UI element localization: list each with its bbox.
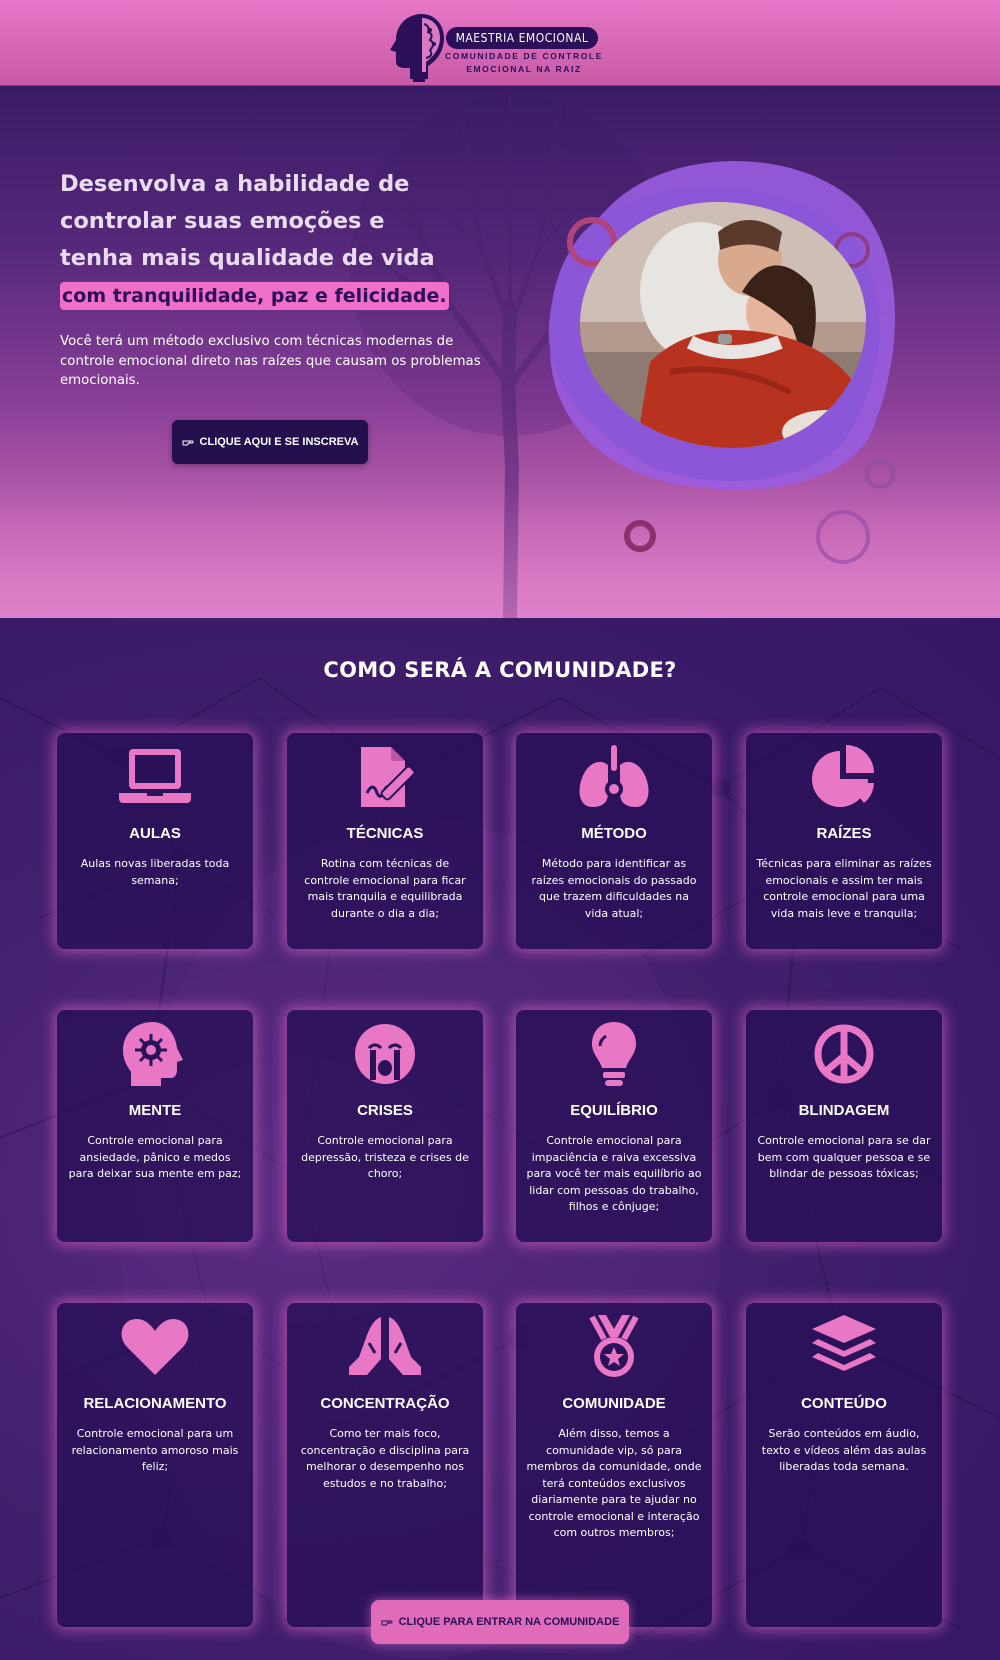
- card-title: EQUILÍBRIO: [570, 1102, 658, 1119]
- signature-icon: [345, 743, 425, 811]
- card-title: MÉTODO: [581, 825, 647, 842]
- brand-logo[interactable]: MAESTRIA EMOCIONAL COMUNIDADE DE CONTROL…: [388, 10, 613, 82]
- hero-section: Desenvolva a habilidade de controlar sua…: [0, 86, 1000, 618]
- card-title: COMUNIDADE: [562, 1395, 666, 1412]
- hero-highlight: com tranquilidade, paz e felicidade.: [60, 282, 449, 310]
- card-text: Método para identificar as raízes emocio…: [531, 857, 697, 920]
- feature-card-blindagem: BLINDAGEM Controle emocional para se dar…: [746, 1010, 942, 1242]
- laptop-icon: [115, 743, 195, 811]
- head-virus-icon: [115, 1020, 195, 1088]
- card-text: Serão conteúdos em áudio, texto e vídeos…: [761, 1427, 927, 1473]
- card-text: Além disso, temos a comunidade vip, só p…: [526, 1427, 702, 1539]
- feature-card-concentracao: CONCENTRAÇÃO Como ter mais foco, concent…: [287, 1303, 483, 1627]
- praying-hands-icon: [345, 1313, 425, 1381]
- card-title: CONCENTRAÇÃO: [320, 1395, 450, 1412]
- logo-subtitle-line1: COMUNIDADE DE CONTROLE: [445, 51, 603, 61]
- lungs-virus-icon: [574, 743, 654, 811]
- feature-card-aulas: AULAS Aulas novas liberadas toda semana;: [57, 733, 253, 949]
- logo-subtitle: COMUNIDADE DE CONTROLE EMOCIONAL NA RAIZ: [438, 50, 610, 76]
- feature-card-equilibrio: EQUILÍBRIO Controle emocional para impac…: [516, 1010, 712, 1242]
- pointing-hand-icon: [381, 1620, 393, 1626]
- feature-card-conteudo: CONTEÚDO Serão conteúdos em áudio, texto…: [746, 1303, 942, 1627]
- card-title: TÉCNICAS: [346, 825, 424, 842]
- heart-icon: [115, 1313, 195, 1381]
- card-title: BLINDAGEM: [798, 1102, 890, 1119]
- card-title: MENTE: [128, 1102, 182, 1119]
- lightbulb-icon: [574, 1020, 654, 1088]
- card-text: Aulas novas liberadas toda semana;: [80, 857, 230, 887]
- subscribe-button-label: CLIQUE AQUI E SE INSCREVA: [199, 436, 359, 448]
- card-text: Controle emocional para ansiedade, pânic…: [68, 1134, 242, 1180]
- sad-cry-icon: [345, 1020, 425, 1088]
- layer-group-icon: [804, 1313, 884, 1381]
- feature-card-crises: CRISES Controle emocional para depressão…: [287, 1010, 483, 1242]
- feature-card-metodo: MÉTODO Método para identificar as raízes…: [516, 733, 712, 949]
- card-title: AULAS: [129, 825, 181, 842]
- hero-description: Você terá um método exclusivo com técnic…: [60, 334, 481, 388]
- feature-card-raizes: RAÍZES Técnicas para eliminar as raízes …: [746, 733, 942, 949]
- card-title: CONTEÚDO: [801, 1395, 887, 1412]
- card-title: RELACIONAMENTO: [83, 1395, 227, 1412]
- decorative-ring: [816, 510, 870, 564]
- card-text: Técnicas para eliminar as raízes emocion…: [756, 857, 932, 920]
- card-text: Rotina com técnicas de controle emociona…: [304, 857, 466, 920]
- medal-icon: [574, 1313, 654, 1381]
- decorative-ring: [624, 520, 656, 552]
- feature-card-tecnicas: TÉCNICAS Rotina com técnicas de controle…: [287, 733, 483, 949]
- card-title: RAÍZES: [816, 825, 872, 842]
- logo-title: MAESTRIA EMOCIONAL: [446, 27, 598, 49]
- feature-card-comunidade: COMUNIDADE Além disso, temos a comunidad…: [516, 1303, 712, 1627]
- card-text: Controle emocional para um relacionament…: [71, 1427, 239, 1473]
- peace-icon: [804, 1020, 884, 1088]
- card-text: Controle emocional para se dar bem com q…: [757, 1134, 931, 1180]
- hero-title: Desenvolva a habilidade de controlar sua…: [60, 171, 435, 271]
- pie-chart-icon: [804, 743, 884, 811]
- subscribe-button[interactable]: CLIQUE AQUI E SE INSCREVA: [172, 420, 368, 464]
- site-header: MAESTRIA EMOCIONAL COMUNIDADE DE CONTROL…: [0, 0, 1000, 86]
- card-text: Controle emocional para impaciência e ra…: [526, 1134, 702, 1213]
- feature-card-relacionamento: RELACIONAMENTO Controle emocional para u…: [57, 1303, 253, 1627]
- join-community-button-label: CLIQUE PARA ENTRAR NA COMUNIDADE: [398, 1616, 620, 1628]
- community-title: COMO SERÁ A COMUNIDADE?: [323, 658, 677, 682]
- join-community-button[interactable]: CLIQUE PARA ENTRAR NA COMUNIDADE: [371, 1600, 629, 1644]
- community-section: COMO SERÁ A COMUNIDADE? AULAS Aulas nova…: [0, 618, 1000, 1660]
- logo-subtitle-line2: EMOCIONAL NA RAIZ: [466, 64, 582, 74]
- feature-card-mente: MENTE Controle emocional para ansiedade,…: [57, 1010, 253, 1242]
- card-title: CRISES: [357, 1102, 413, 1119]
- pointing-hand-icon: [182, 440, 194, 446]
- decorative-ring: [865, 459, 895, 489]
- card-text: Como ter mais foco, concentração e disci…: [300, 1427, 470, 1490]
- card-text: Controle emocional para depressão, trist…: [301, 1134, 469, 1180]
